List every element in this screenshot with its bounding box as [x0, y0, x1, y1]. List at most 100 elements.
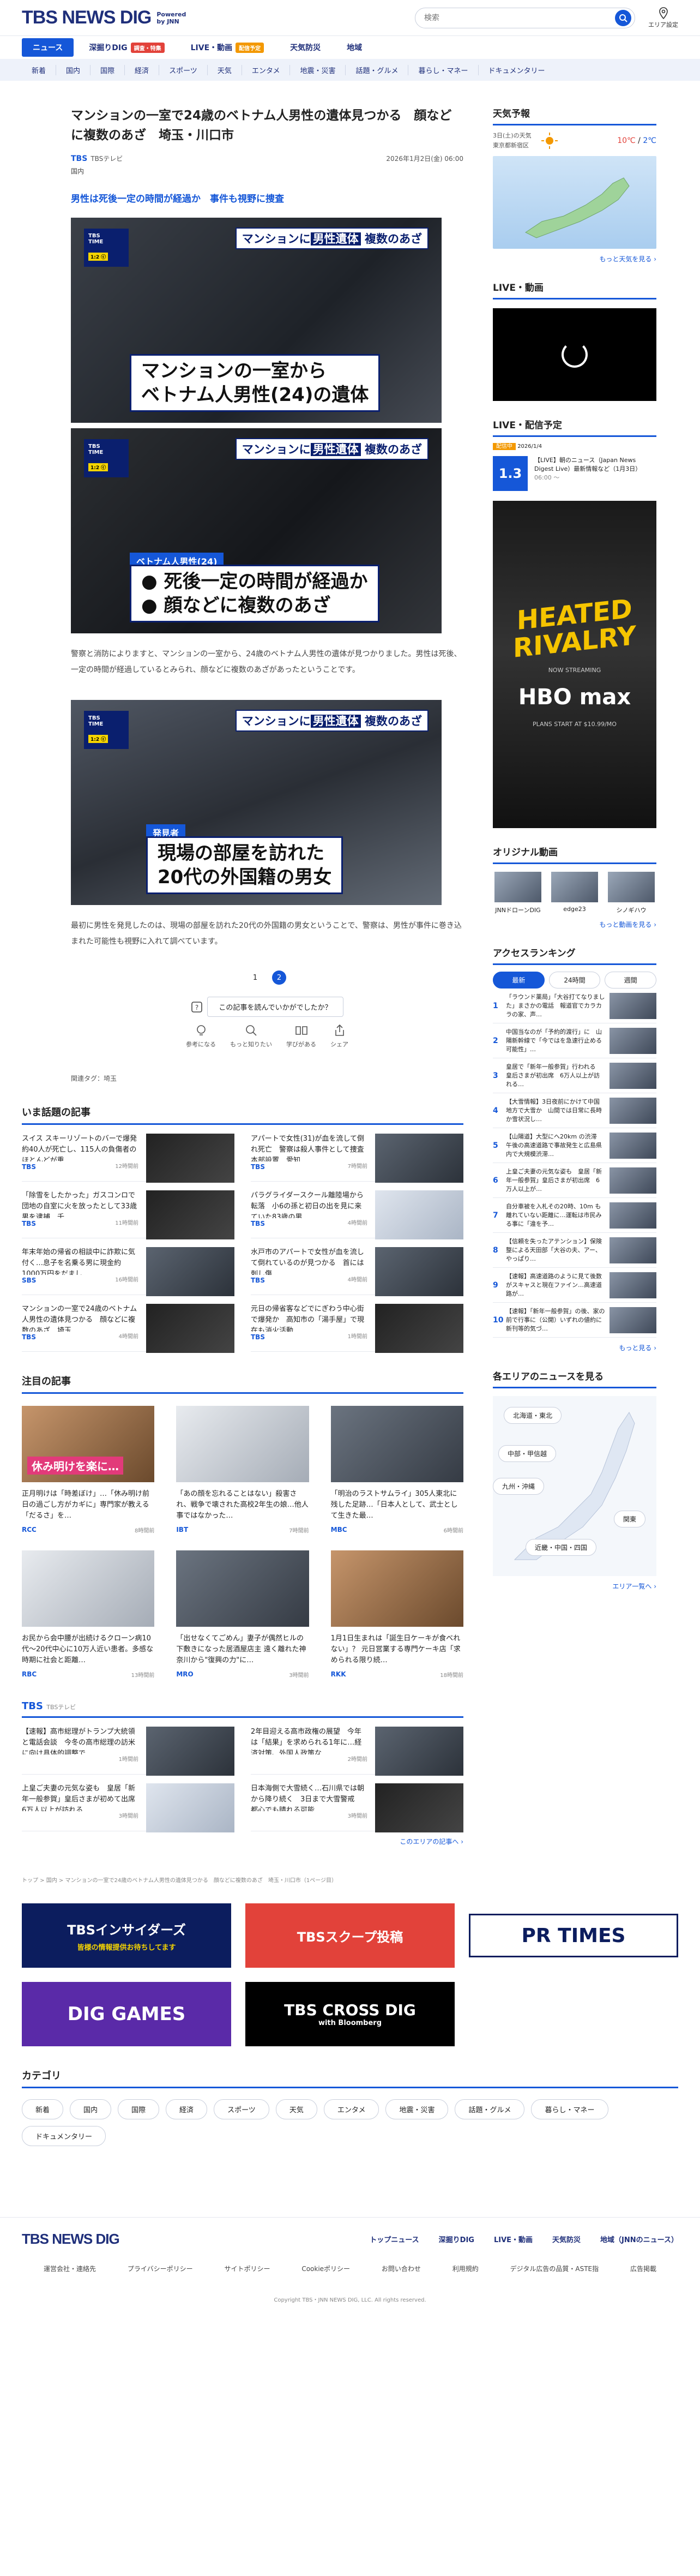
featured-item[interactable]: お民から会中腰が出続けるクローン病10代〜20代中心に10万人近い患者。多感な時…	[22, 1550, 155, 1679]
banner-cross-dig[interactable]: TBS CROSS DIG with Bloomberg	[245, 1982, 455, 2046]
category-pill[interactable]: 話題・グルメ	[455, 2099, 525, 2119]
weather-map[interactable]	[493, 156, 656, 249]
footer-link[interactable]: 地域（JNNのニュース）	[600, 2234, 678, 2244]
category-pill[interactable]: 経済	[166, 2099, 208, 2119]
category-link[interactable]: 天気	[208, 64, 242, 75]
ranking-item[interactable]: 8 【信頼を失ったアテンション】保険整による天田部「大谷の夫、アー、やっぱり…	[493, 1233, 656, 1268]
banner-dig-games[interactable]: DIG GAMES	[22, 1982, 231, 2046]
nav-weather[interactable]: 天気防災	[279, 38, 331, 57]
category-pill[interactable]: 新着	[22, 2099, 64, 2119]
footer-sub-link[interactable]: 広告掲載	[630, 2264, 656, 2273]
category-link[interactable]: 話題・グルメ	[346, 64, 409, 75]
category-link[interactable]: 新着	[22, 64, 57, 75]
footer-sub-link[interactable]: デジタル広告の品質・ASTE指	[510, 2264, 599, 2273]
footer-link[interactable]: トップニュース	[370, 2234, 419, 2244]
footer-link[interactable]: LIVE・動画	[494, 2234, 533, 2244]
tbs-item[interactable]: 2年目迎える高市政権の展望 今年は「結果」を求められる1年に…経済対策、外国人政…	[251, 1718, 463, 1776]
page-2[interactable]: 2	[272, 971, 286, 985]
banner-scoop[interactable]: TBSスクープ投稿	[245, 1903, 455, 1968]
ranking-item[interactable]: 10 【速報】「新年一般参賀」の後、家の前で行事に（公開）いずれの値約に新刊等的気…	[493, 1303, 656, 1338]
featured-item[interactable]: 「あの顔を忘れることはない」殺害され、戦争で壊された高校2年生の娘…他人事ではな…	[176, 1406, 309, 1534]
related-tags[interactable]: 関連タグ：埼玉	[71, 1074, 463, 1083]
advertisement[interactable]: HEATED RIVALRY NOW STREAMING HBO max PLAN…	[493, 501, 656, 828]
original-video-item[interactable]: edge23	[550, 872, 600, 914]
schedule-item[interactable]: 1.3 【LIVE】朝のニュース（Japan News Digest Live）…	[493, 456, 656, 491]
category-link[interactable]: 暮らし・マネー	[408, 64, 479, 75]
area-more-link[interactable]: エリア一覧へ ›	[493, 1581, 656, 1591]
category-pill[interactable]: 天気	[275, 2099, 317, 2119]
area-kinki[interactable]: 近畿・中国・四国	[526, 1539, 597, 1556]
category-pill[interactable]: スポーツ	[214, 2099, 269, 2119]
featured-item[interactable]: 「出せなくてごめん」妻子が偶然ヒルの下敷きになった居酒屋店主 遠く離れた神奈川か…	[176, 1550, 309, 1679]
tbs-item[interactable]: 【速報】高市総理がトランプ大統領と電話会談 今冬の高市総理の訪米に向け具体的調整…	[22, 1718, 234, 1776]
featured-item[interactable]: 1月1日生まれは「誕生日ケーキが食べれない」？ 元日営業する専門ケーキ店「求めら…	[330, 1550, 463, 1679]
article-image[interactable]: TBS TIME 1:2 ⓒ マンションに 男性遺体 複数のあざ マンションの一室から…	[71, 218, 442, 423]
footer-sub-link[interactable]: サイトポリシー	[224, 2264, 270, 2273]
ranking-item[interactable]: 4 【大雪情報】3日夜前にかけて中国地方で大雪か 山間では日常に長時か雪状況し…	[493, 1093, 656, 1128]
search-button[interactable]	[615, 9, 631, 26]
ranking-item[interactable]: 7 自分車被を入札その20時、10m も離れていない距離に…運転は市民みる事に「違…	[493, 1198, 656, 1233]
nav-live[interactable]: LIVE・動画 配信予定	[180, 38, 275, 57]
trending-item[interactable]: アパートで女性(31)が血を流して倒れ死亡 警察は殺人事件として捜査本部設置 愛…	[251, 1125, 463, 1183]
category-link[interactable]: 国内	[56, 64, 91, 75]
share-button[interactable]: シェア	[330, 1023, 348, 1049]
category-pill[interactable]: ドキュメンタリー	[22, 2126, 106, 2146]
footer-sub-link[interactable]: お問い合わせ	[382, 2264, 421, 2273]
category-pill[interactable]: エンタメ	[323, 2099, 379, 2119]
footer-sub-link[interactable]: Cookieポリシー	[301, 2264, 350, 2273]
feedback-more-button[interactable]: もっと知りたい	[230, 1023, 272, 1049]
featured-item[interactable]: 休み明けを楽に… 正月明けは「時差ぼけ」…「休み明け前日の過ごし方がカギに」専門家…	[22, 1406, 155, 1534]
trending-item[interactable]: マンションの一室で24歳のベトナム人男性の遺体見つかる 顔などに複数のあざ 埼玉…	[22, 1295, 234, 1353]
page-1[interactable]: 1	[248, 971, 262, 985]
trending-item[interactable]: スイス スキーリゾートのバーで爆発 約40人が死亡し、115人の負傷者のほとんど…	[22, 1125, 234, 1183]
category-link[interactable]: 経済	[125, 64, 160, 75]
tbs-item[interactable]: 日本海側で大雪続く…石川県では朝から降り続く 3日まで大雪警戒 都心でも晴れる可…	[251, 1775, 463, 1832]
trending-item[interactable]: 元日の帰省客などでにぎわう中心街で爆発か 高知市の「湯手屋」で現在も消火活動… T…	[251, 1295, 463, 1353]
live-player[interactable]	[493, 308, 656, 401]
breadcrumb[interactable]: トップ > 国内 > マンションの一室で24歳のベトナム人男性の遺体見つかる 顔…	[22, 1876, 463, 1884]
category-pill[interactable]: 暮らし・マネー	[531, 2099, 608, 2119]
category-link[interactable]: ドキュメンタリー	[479, 65, 555, 75]
site-logo[interactable]: TBS NEWS DIG Powered by JNN	[22, 7, 186, 28]
category-pill[interactable]: 地震・災害	[385, 2099, 449, 2119]
weather-more-link[interactable]: もっと天気を見る ›	[493, 254, 656, 263]
ranking-tab-latest[interactable]: 最新	[493, 972, 545, 989]
nav-dig[interactable]: 深掘りDIG 調査・特集	[78, 38, 175, 57]
ranking-item[interactable]: 9 【速報】高速道路のように見て後数がスキャスと現在ファイン…高速道路が…	[493, 1268, 656, 1303]
featured-item[interactable]: 「明治のラストサムライ」305人東北に残した足跡…「日本人として、武士として生き…	[330, 1406, 463, 1534]
feedback-learn-button[interactable]: 学びがある	[286, 1023, 316, 1049]
footer-logo[interactable]: TBS NEWS DIG	[22, 2231, 120, 2248]
banner-prtimes[interactable]: PR TIMES	[469, 1914, 678, 1957]
category-link[interactable]: 地震・災害	[290, 64, 346, 75]
footer-sub-link[interactable]: 運営会社・連絡先	[44, 2264, 96, 2273]
original-video-item[interactable]: JNNドローンDIG	[493, 872, 543, 914]
nav-area[interactable]: 地域	[336, 38, 373, 57]
nav-news[interactable]: ニュース	[22, 38, 74, 57]
ranking-item[interactable]: 6 上皇ご夫妻の元気な姿も 皇居「新年一般参賀」皇后さまが初出席 6万人以上が…	[493, 1163, 656, 1198]
banner-insiders[interactable]: TBSインサイダーズ 皆様の情報提供お待ちしてます	[22, 1903, 231, 1968]
area-kanto[interactable]: 関東	[613, 1511, 645, 1527]
trending-item[interactable]: 年末年始の帰省の相談中に詐欺に気付く…息子を名乗る男に現金約1000万円をだまし…	[22, 1238, 234, 1296]
ranking-item[interactable]: 1 「ラウンド薬局」「大谷打てなりました」まさかの電話 報道官でカラカラの家、声…	[493, 989, 656, 1023]
category-pill[interactable]: 国内	[70, 2099, 112, 2119]
category-link[interactable]: エンタメ	[242, 64, 291, 75]
footer-sub-link[interactable]: 利用規約	[452, 2264, 479, 2273]
footer-link[interactable]: 深掘りDIG	[439, 2234, 474, 2244]
ranking-tab-24h[interactable]: 24時間	[548, 972, 601, 989]
article-image[interactable]: TBS TIME 1:2 ⓒ マンションに 男性遺体 複数のあざ 発見者 現場の部屋を…	[71, 700, 442, 905]
category-link[interactable]: 国際	[90, 64, 125, 75]
ranking-item[interactable]: 3 皇居で「新年一般参賀」行われる 皇后さまが初出席 6万人以上が訪れる…	[493, 1058, 656, 1093]
footer-sub-link[interactable]: プライバシーポリシー	[128, 2264, 193, 2273]
tbs-item[interactable]: 上皇ご夫妻の元気な姿も 皇居「新年一般参賀」皇后さまが初めて出席 6万人以上が訪…	[22, 1775, 234, 1832]
original-more-link[interactable]: もっと動画を見る ›	[493, 920, 656, 929]
area-chubu[interactable]: 中部・甲信越	[498, 1445, 557, 1462]
area-setting-button[interactable]: エリア設定	[648, 7, 678, 29]
trending-item[interactable]: 水戸市のアパートで女性が血を流して倒れているのが見つかる 首には刺し傷 TBS 4時…	[251, 1238, 463, 1296]
category-link[interactable]: スポーツ	[159, 64, 208, 75]
original-video-item[interactable]: シノギハウ	[606, 872, 656, 914]
feedback-helpful-button[interactable]: 参考になる	[186, 1023, 216, 1049]
more-area-link[interactable]: このエリアの記事へ ›	[22, 1837, 463, 1846]
search-input[interactable]	[424, 13, 615, 22]
trending-item[interactable]: パラグライダースクール離陸場から転落 小6の孫と初日の出を見に来ていた83歳の男…	[251, 1182, 463, 1239]
article-image[interactable]: TBS TIME 1:2 ⓒ マンションに 男性遺体 複数のあざ ベトナム人男性(24…	[71, 428, 442, 633]
